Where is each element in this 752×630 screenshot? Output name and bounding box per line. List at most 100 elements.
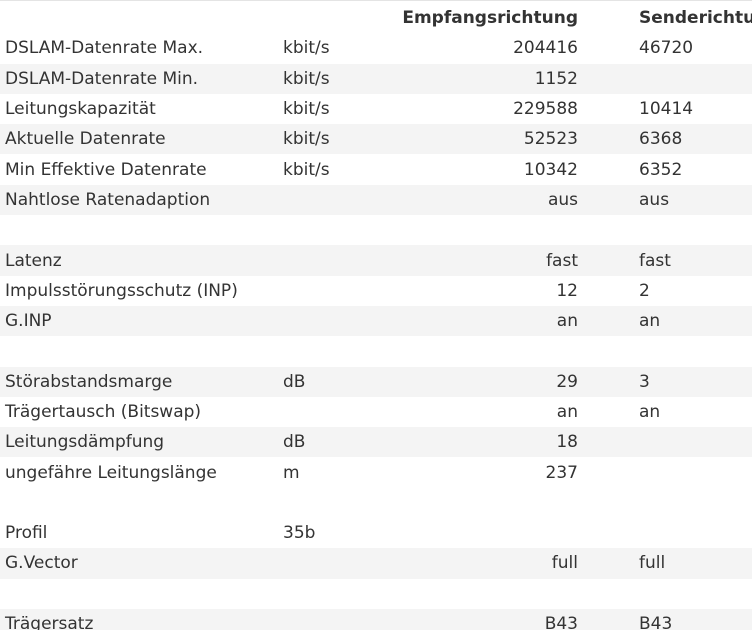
row-upstream-value <box>578 63 752 94</box>
row-unit <box>278 396 378 428</box>
row-upstream-value <box>578 578 752 609</box>
row-unit <box>278 578 378 609</box>
header-upstream: Senderichtung <box>578 3 752 34</box>
row-downstream-value: fast <box>378 245 578 276</box>
row-downstream-value: an <box>378 305 578 337</box>
row-label: G.Vector <box>0 548 278 579</box>
row-unit: m <box>278 457 378 488</box>
table-spacer-row <box>0 487 752 519</box>
row-downstream-value <box>378 487 578 519</box>
header-unit <box>278 3 378 34</box>
table-row: Leitungskapazität kbit/s 229588 10414 <box>0 93 752 125</box>
table-header-row: Empfangsrichtung Senderichtung <box>0 3 752 34</box>
row-label: Min Effektive Datenrate <box>0 154 278 185</box>
row-upstream-value: 6352 <box>578 154 752 185</box>
row-downstream-value: an <box>378 396 578 428</box>
table-row: ungefähre Leitungslänge m 237 <box>0 457 752 488</box>
row-label <box>0 578 278 609</box>
row-label: DSLAM-Datenrate Min. <box>0 63 278 94</box>
row-unit: kbit/s <box>278 63 378 94</box>
row-label: Profil <box>0 518 278 549</box>
row-upstream-value: aus <box>578 184 752 216</box>
row-upstream-value <box>578 215 752 246</box>
row-label: Leitungskapazität <box>0 93 278 125</box>
table-row: G.INP an an <box>0 305 752 337</box>
row-upstream-value <box>578 427 752 458</box>
row-unit: dB <box>278 366 378 397</box>
row-unit <box>278 215 378 246</box>
row-unit <box>278 305 378 337</box>
table-row: Leitungsdämpfung dB 18 <box>0 427 752 458</box>
row-unit <box>278 245 378 276</box>
row-downstream-value: 12 <box>378 275 578 306</box>
row-label: Störabstandsmarge <box>0 366 278 397</box>
row-upstream-value <box>578 487 752 519</box>
row-label: ungefähre Leitungslänge <box>0 457 278 488</box>
row-upstream-value: 46720 <box>578 33 752 64</box>
row-downstream-value: 29 <box>378 366 578 397</box>
row-downstream-value: 10342 <box>378 154 578 185</box>
row-downstream-value <box>378 215 578 246</box>
table-row: Min Effektive Datenrate kbit/s 10342 6352 <box>0 154 752 185</box>
row-upstream-value: 3 <box>578 366 752 397</box>
row-label: Leitungsdämpfung <box>0 427 278 458</box>
header-downstream: Empfangsrichtung <box>378 3 578 34</box>
row-label: Trägertausch (Bitswap) <box>0 396 278 428</box>
row-upstream-value: 6368 <box>578 124 752 155</box>
row-downstream-value <box>378 336 578 367</box>
row-unit <box>278 336 378 367</box>
row-unit <box>278 487 378 519</box>
table-spacer-row <box>0 336 752 367</box>
table-row: Impulsstörungsschutz (INP) 12 2 <box>0 275 752 306</box>
row-upstream-value: 2 <box>578 275 752 306</box>
row-upstream-value <box>578 336 752 367</box>
row-downstream-value <box>378 578 578 609</box>
row-downstream-value <box>378 518 578 549</box>
row-unit: dB <box>278 427 378 458</box>
row-label: DSLAM-Datenrate Max. <box>0 33 278 64</box>
table-row: Trägertausch (Bitswap) an an <box>0 396 752 428</box>
row-upstream-value: full <box>578 548 752 579</box>
row-downstream-value: 1152 <box>378 63 578 94</box>
row-unit: kbit/s <box>278 33 378 64</box>
row-upstream-value: B43 <box>578 608 752 630</box>
row-label: Aktuelle Datenrate <box>0 124 278 155</box>
row-upstream-value: an <box>578 396 752 428</box>
dsl-line-table: Empfangsrichtung Senderichtung DSLAM-Dat… <box>0 3 752 630</box>
row-upstream-value <box>578 457 752 488</box>
row-label: Latenz <box>0 245 278 276</box>
table-row: Störabstandsmarge dB 29 3 <box>0 366 752 397</box>
row-label <box>0 336 278 367</box>
row-downstream-value: 229588 <box>378 93 578 125</box>
table-row: DSLAM-Datenrate Max. kbit/s 204416 46720 <box>0 33 752 64</box>
table-row: Trägersatz B43 B43 <box>0 608 752 630</box>
row-unit: kbit/s <box>278 124 378 155</box>
row-downstream-value: 237 <box>378 457 578 488</box>
dsl-info-panel: Empfangsrichtung Senderichtung DSLAM-Dat… <box>0 0 752 630</box>
row-label: Trägersatz <box>0 608 278 630</box>
row-upstream-value: 10414 <box>578 93 752 125</box>
table-spacer-row <box>0 215 752 246</box>
row-downstream-value: full <box>378 548 578 579</box>
table-row: Aktuelle Datenrate kbit/s 52523 6368 <box>0 124 752 155</box>
row-unit <box>278 184 378 216</box>
row-unit: 35b <box>278 518 378 549</box>
row-label <box>0 487 278 519</box>
row-label: G.INP <box>0 305 278 337</box>
row-unit: kbit/s <box>278 154 378 185</box>
table-row: Nahtlose Ratenadaption aus aus <box>0 184 752 216</box>
row-downstream-value: B43 <box>378 608 578 630</box>
row-upstream-value: fast <box>578 245 752 276</box>
row-label: Nahtlose Ratenadaption <box>0 184 278 216</box>
table-row: Profil 35b <box>0 518 752 549</box>
row-label <box>0 215 278 246</box>
table-row: Latenz fast fast <box>0 245 752 276</box>
row-unit <box>278 608 378 630</box>
row-unit <box>278 548 378 579</box>
table-row: G.Vector full full <box>0 548 752 579</box>
table-row: DSLAM-Datenrate Min. kbit/s 1152 <box>0 63 752 94</box>
row-downstream-value: aus <box>378 184 578 216</box>
table-spacer-row <box>0 578 752 609</box>
row-unit <box>278 275 378 306</box>
row-label: Impulsstörungsschutz (INP) <box>0 275 278 306</box>
